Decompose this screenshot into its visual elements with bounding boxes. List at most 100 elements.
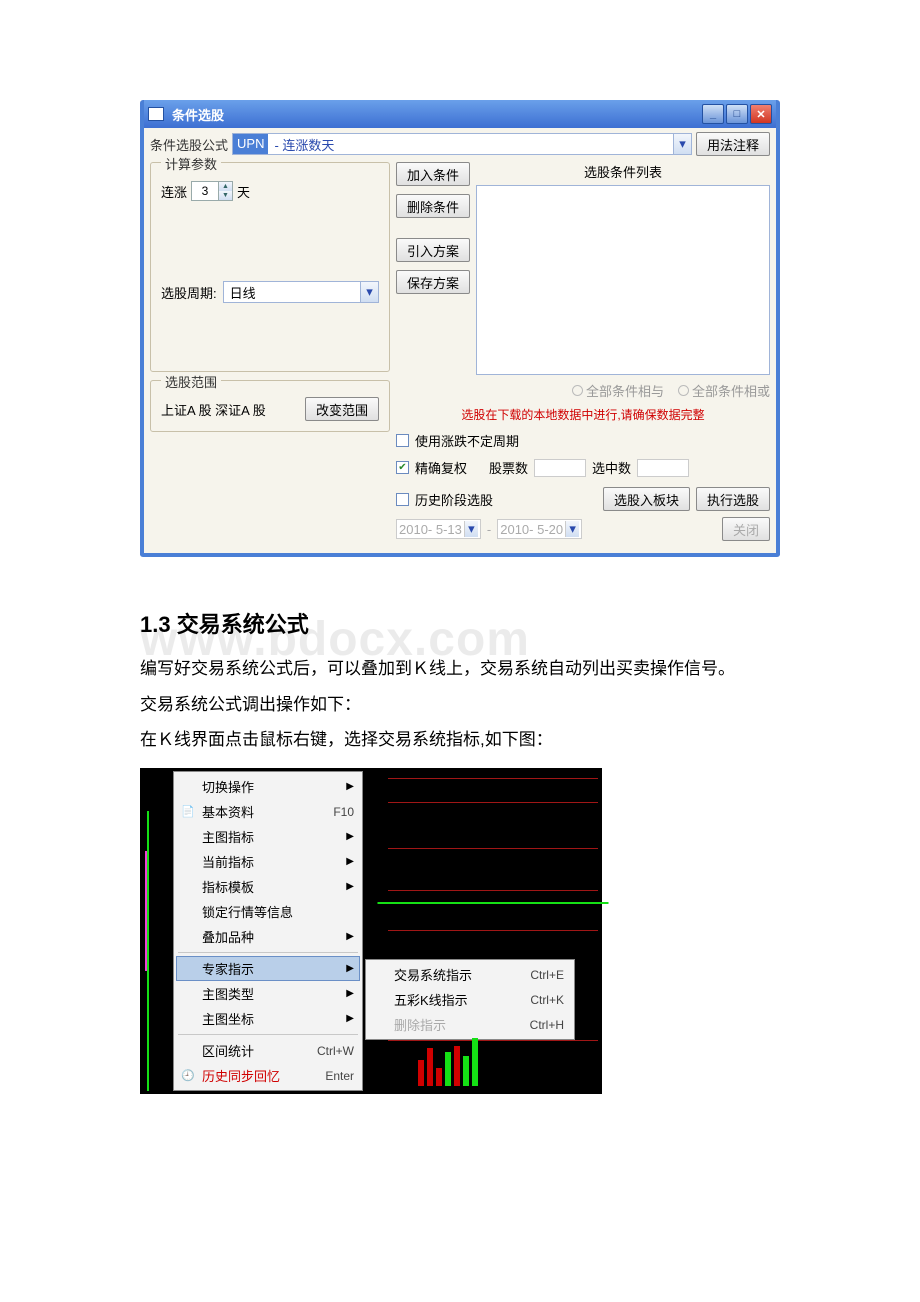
change-scope-button[interactable]: 改变范围 bbox=[305, 397, 379, 421]
formula-dropdown[interactable]: UPN - 连涨数天 ▾ bbox=[232, 133, 692, 155]
close-dialog-button[interactable]: 关闭 bbox=[722, 517, 770, 541]
submenu-item-label: 删除指示 bbox=[394, 1015, 446, 1034]
spinner-down-icon[interactable]: ▼ bbox=[218, 191, 232, 200]
context-menu[interactable]: 切换操作 ▶ 📄 基本资料 F10 主图指标▶ 当前指标 ▶ 指标模板 ▶ 锁定行情等信息叠加品种 ▶… bbox=[173, 771, 363, 1091]
radio-and[interactable]: 全部条件相与 bbox=[572, 381, 664, 400]
menu-shortcut: Ctrl+H bbox=[530, 1018, 564, 1032]
chevron-down-icon[interactable]: ▾ bbox=[464, 521, 478, 537]
chevron-down-icon[interactable]: ▾ bbox=[360, 282, 378, 302]
app-icon bbox=[148, 107, 164, 121]
minimize-button[interactable]: _ bbox=[702, 104, 724, 124]
paragraph: 在Ｋ线界面点击鼠标右键，选择交易系统指标,如下图： bbox=[140, 722, 780, 758]
param-spinner[interactable]: ▲ ▼ bbox=[191, 181, 233, 201]
menu-item-label: 切换操作 bbox=[202, 777, 254, 796]
maximize-button[interactable]: □ bbox=[726, 104, 748, 124]
menu-item-label: 区间统计 bbox=[202, 1041, 254, 1060]
fuquan-checkbox[interactable]: ✔ bbox=[396, 461, 409, 474]
param-suffix: 天 bbox=[237, 182, 250, 201]
menu-item-label: 主图坐标 bbox=[202, 1009, 254, 1028]
submenu-arrow-icon: ▶ bbox=[346, 831, 354, 842]
data-warning: 选股在下载的本地数据中进行,请确保数据完整 bbox=[396, 406, 770, 423]
menu-shortcut: Ctrl+E bbox=[530, 968, 564, 982]
radio-icon bbox=[678, 385, 689, 396]
history-label: 历史阶段选股 bbox=[415, 490, 493, 509]
menu-item[interactable]: 主图坐标▶ bbox=[176, 1006, 360, 1031]
history-checkbox[interactable] bbox=[396, 493, 409, 506]
menu-item-label: 锁定行情等信息 bbox=[202, 902, 293, 921]
menu-item-label: 主图类型 bbox=[202, 984, 254, 1003]
radio-or[interactable]: 全部条件相或 bbox=[678, 381, 770, 400]
param-input[interactable] bbox=[192, 182, 218, 200]
menu-item[interactable]: 主图指标▶ bbox=[176, 824, 360, 849]
period-value: 日线 bbox=[230, 283, 256, 302]
menu-item[interactable]: 当前指标 ▶ bbox=[176, 849, 360, 874]
menu-item[interactable]: 叠加品种 ▶ bbox=[176, 924, 360, 949]
scope-legend: 选股范围 bbox=[161, 372, 221, 391]
submenu-arrow-icon: ▶ bbox=[346, 781, 354, 792]
to-block-button[interactable]: 选股入板块 bbox=[603, 487, 690, 511]
clock-icon: 🕘 bbox=[180, 1068, 196, 1084]
menu-item-label: 基本资料 bbox=[202, 802, 254, 821]
run-button[interactable]: 执行选股 bbox=[696, 487, 770, 511]
calc-params-legend: 计算参数 bbox=[161, 154, 221, 173]
chevron-down-icon[interactable]: ▾ bbox=[565, 521, 579, 537]
import-plan-button[interactable]: 引入方案 bbox=[396, 238, 470, 262]
menu-item[interactable]: 主图类型▶ bbox=[176, 981, 360, 1006]
menu-item-label: 指标模板 bbox=[202, 877, 254, 896]
fuquan-label: 精确复权 bbox=[415, 458, 467, 477]
date-sep: - bbox=[487, 522, 491, 537]
doc-icon: 📄 bbox=[180, 804, 196, 820]
submenu-item-label: 五彩K线指示 bbox=[394, 990, 468, 1009]
menu-item[interactable]: 锁定行情等信息 bbox=[176, 899, 360, 924]
close-button[interactable]: ✕ bbox=[750, 104, 772, 124]
submenu-item: 删除指示 Ctrl+H bbox=[368, 1012, 572, 1037]
save-plan-button[interactable]: 保存方案 bbox=[396, 270, 470, 294]
menu-item[interactable]: 专家指示▶ bbox=[176, 956, 360, 981]
submenu-item[interactable]: 五彩K线指示Ctrl+K bbox=[368, 987, 572, 1012]
varperiod-checkbox[interactable] bbox=[396, 434, 409, 447]
menu-item[interactable]: 区间统计 Ctrl+W bbox=[176, 1038, 360, 1063]
condition-list-title: 选股条件列表 bbox=[476, 162, 770, 181]
menu-shortcut: F10 bbox=[333, 805, 354, 819]
period-label: 选股周期: bbox=[161, 283, 217, 302]
menu-shortcut: Ctrl+W bbox=[317, 1044, 354, 1058]
titlebar[interactable]: 条件选股 _ □ ✕ bbox=[144, 100, 776, 128]
submenu-item[interactable]: 交易系统指示Ctrl+E bbox=[368, 962, 572, 987]
menu-item[interactable]: 切换操作 ▶ bbox=[176, 774, 360, 799]
spinner-up-icon[interactable]: ▲ bbox=[218, 182, 232, 191]
date-from[interactable]: 2010- 5-13 ▾ bbox=[396, 519, 481, 539]
submenu-arrow-icon: ▶ bbox=[346, 856, 354, 867]
window-title: 条件选股 bbox=[172, 105, 700, 124]
menu-item-label: 当前指标 bbox=[202, 852, 254, 871]
condition-list[interactable] bbox=[476, 185, 770, 375]
menu-shortcut: Enter bbox=[325, 1069, 354, 1083]
usage-button[interactable]: 用法注释 bbox=[696, 132, 770, 156]
add-condition-button[interactable]: 加入条件 bbox=[396, 162, 470, 186]
menu-item[interactable]: 🕘 历史同步回忆 Enter bbox=[176, 1063, 360, 1088]
submenu-arrow-icon: ▶ bbox=[346, 931, 354, 942]
chart-gutter bbox=[143, 771, 173, 1091]
paragraph: 交易系统公式调出操作如下： bbox=[140, 687, 780, 723]
varperiod-label: 使用涨跌不定周期 bbox=[415, 431, 519, 450]
menu-item[interactable]: 📄 基本资料 F10 bbox=[176, 799, 360, 824]
section-heading: 1.3 交易系统公式 bbox=[140, 607, 780, 639]
expert-submenu[interactable]: 交易系统指示Ctrl+E五彩K线指示Ctrl+K 删除指示 Ctrl+H bbox=[365, 959, 575, 1040]
scope-text: 上证A 股 深证A 股 bbox=[161, 400, 299, 419]
period-select[interactable]: 日线 ▾ bbox=[223, 281, 379, 303]
menu-separator bbox=[178, 952, 358, 953]
menu-separator bbox=[178, 1034, 358, 1035]
stocks-label: 股票数 bbox=[489, 458, 528, 477]
stock-filter-dialog: 条件选股 _ □ ✕ 条件选股公式 UPN - 连涨数天 ▾ 用法注释 计算参数 bbox=[140, 100, 780, 557]
submenu-arrow-icon: ▶ bbox=[346, 881, 354, 892]
delete-condition-button[interactable]: 删除条件 bbox=[396, 194, 470, 218]
menu-item[interactable]: 指标模板 ▶ bbox=[176, 874, 360, 899]
calc-params-fieldset: 计算参数 连涨 ▲ ▼ 天 bbox=[150, 162, 390, 372]
date-to[interactable]: 2010- 5-20 ▾ bbox=[497, 519, 582, 539]
chevron-down-icon[interactable]: ▾ bbox=[673, 134, 691, 154]
formula-code: UPN bbox=[233, 134, 268, 154]
param-prefix: 连涨 bbox=[161, 182, 187, 201]
radio-icon bbox=[572, 385, 583, 396]
menu-item-label: 专家指示 bbox=[202, 959, 254, 978]
menu-item-label: 叠加品种 bbox=[202, 927, 254, 946]
menu-item-label: 历史同步回忆 bbox=[202, 1066, 280, 1085]
